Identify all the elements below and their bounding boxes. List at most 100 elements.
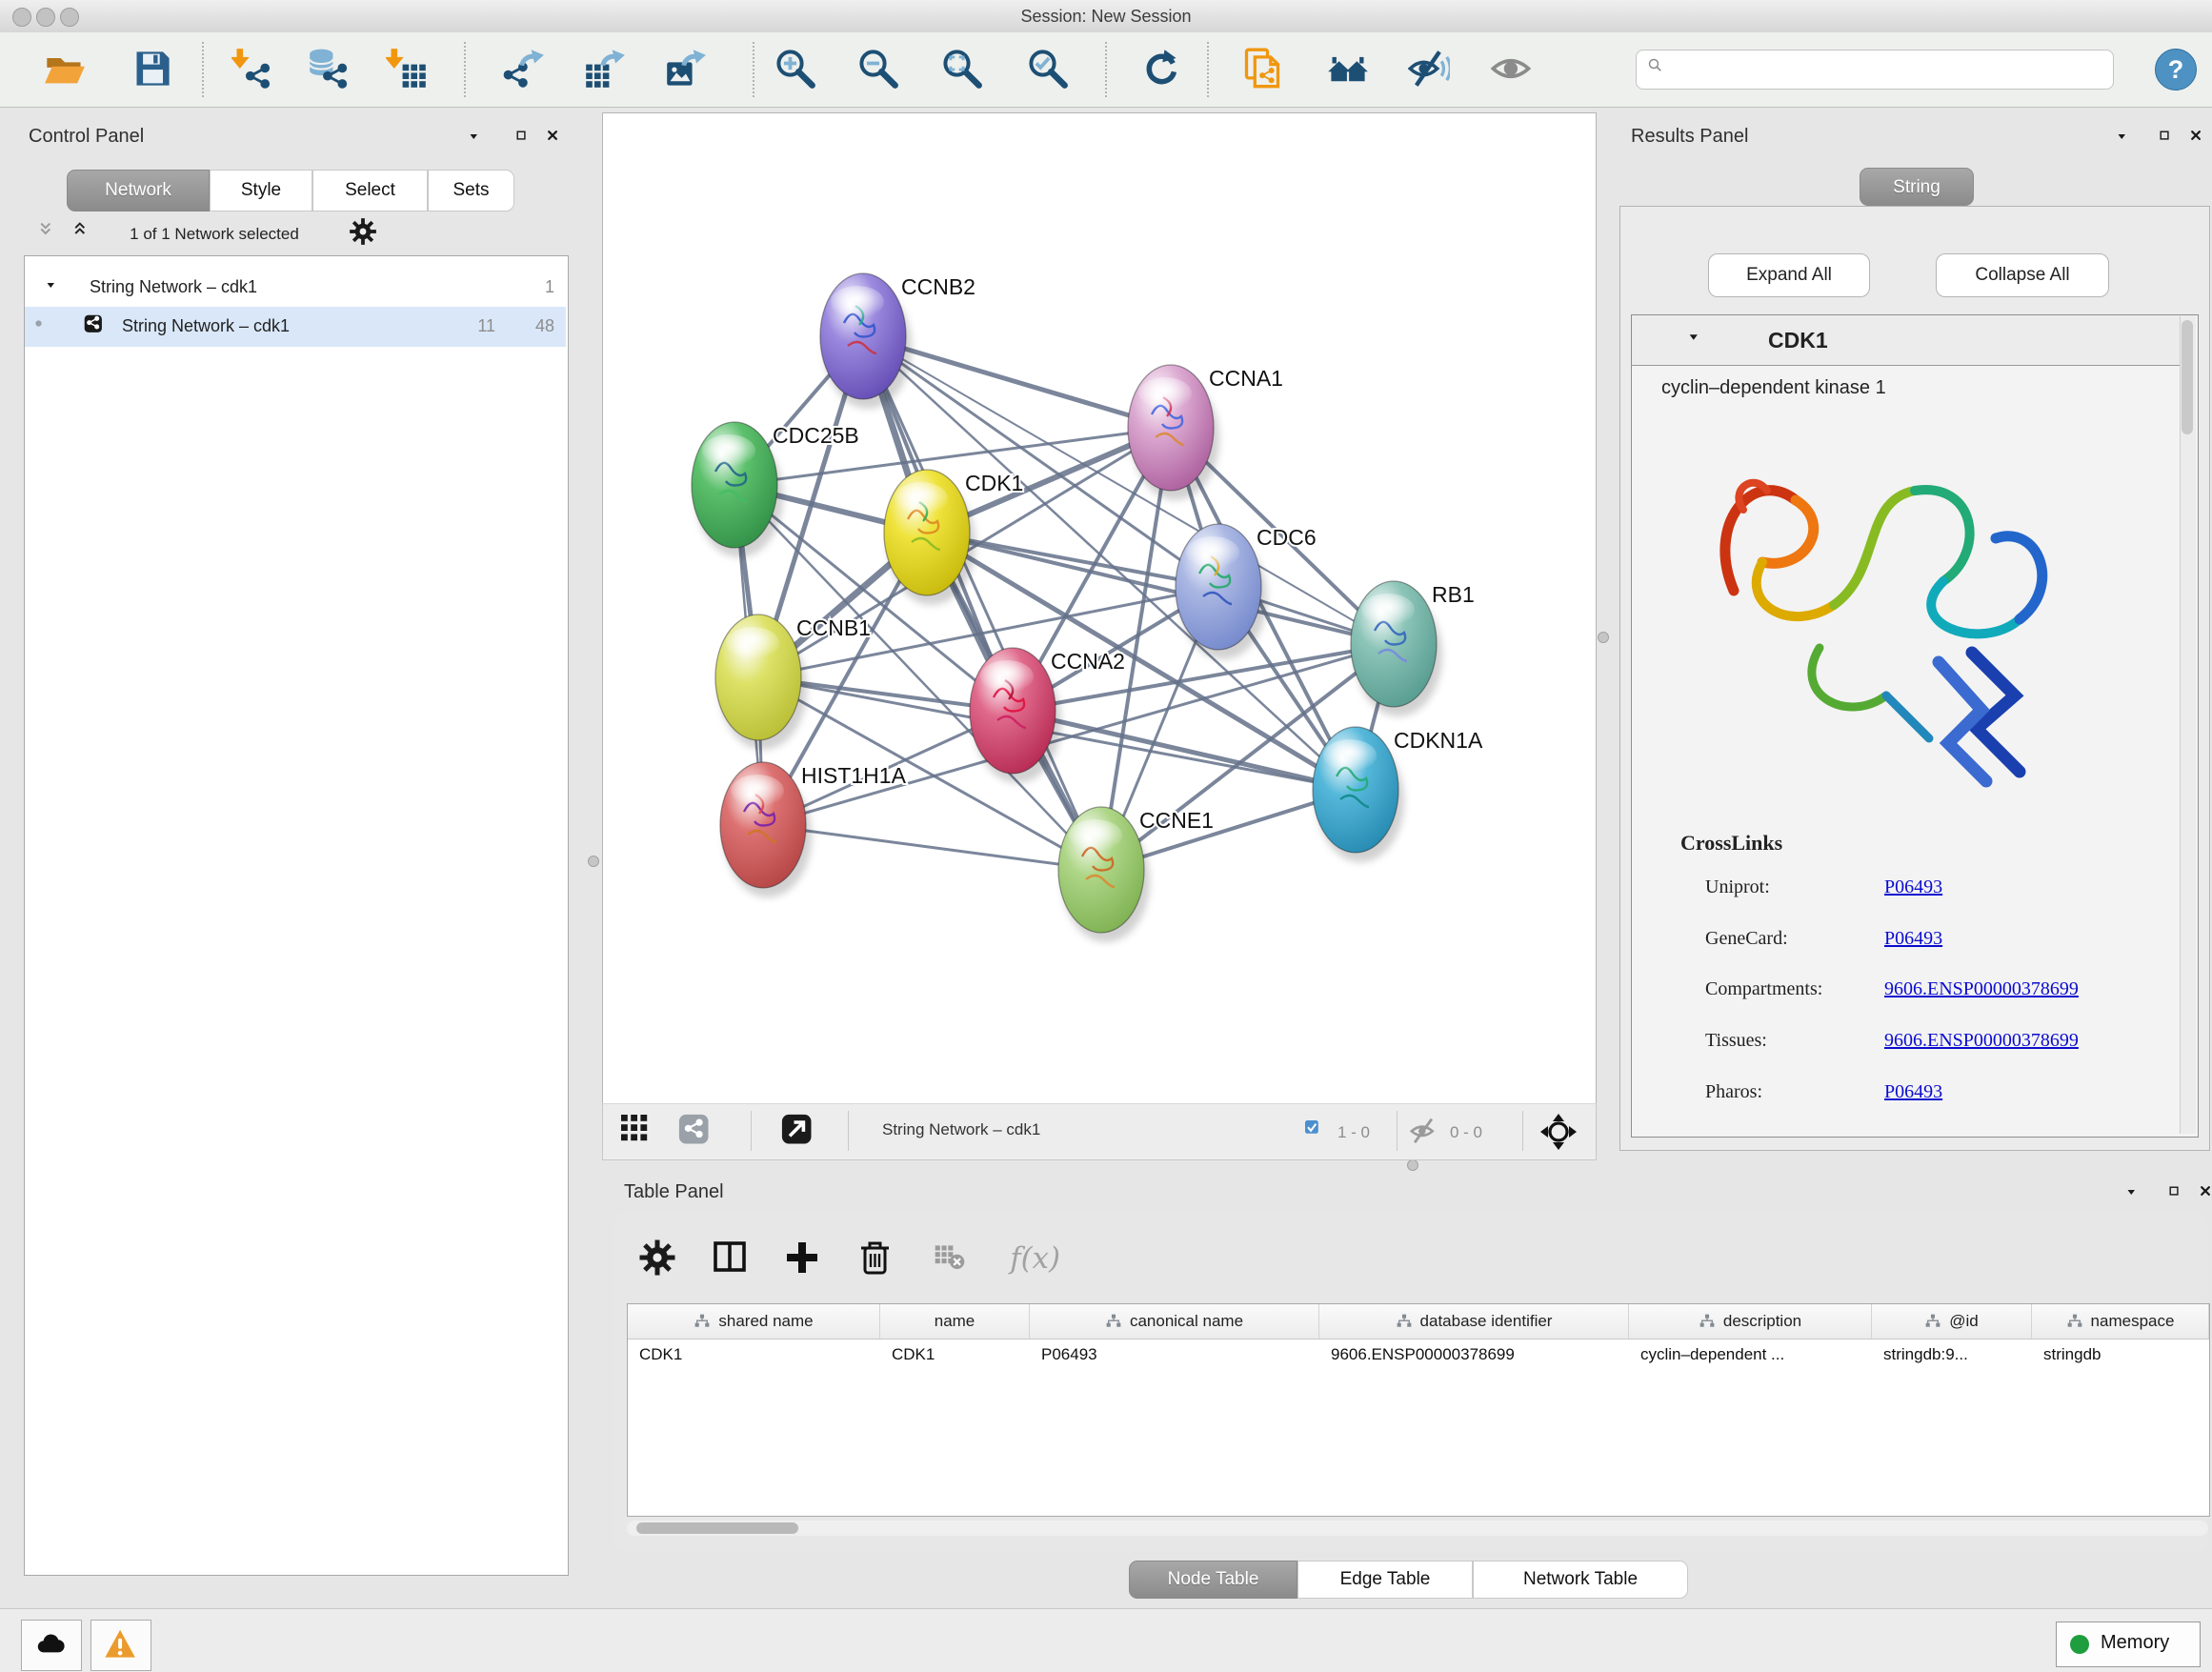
bottom-splitter-handle[interactable] [1407,1159,1418,1171]
table-cell[interactable]: CDK1 [880,1339,1030,1371]
node-table: shared namenamecanonical namedatabase id… [627,1303,2210,1517]
network-edge[interactable] [763,825,1101,870]
zoom-out-icon[interactable] [857,48,899,90]
show-columns-icon[interactable] [712,1239,750,1277]
network-row-selected[interactable]: String Network – cdk1 11 48 [25,307,566,347]
table-hscrollbar-thumb[interactable] [636,1522,798,1534]
table-row[interactable]: CDK1CDK1P064939606.ENSP00000378699cyclin… [628,1339,2209,1371]
table-panel-close-icon[interactable] [2200,1185,2212,1206]
hide-propagation-icon[interactable] [1408,48,1450,90]
tab-edge-table[interactable]: Edge Table [1297,1561,1473,1599]
collapse-all-button[interactable]: Collapse All [1936,253,2109,297]
zoom-selected-icon[interactable] [1027,48,1069,90]
fit-content-icon[interactable] [1539,1113,1578,1151]
delete-column-icon[interactable] [856,1239,895,1277]
eye-icon[interactable] [1491,48,1533,90]
search-input[interactable] [1679,54,2101,85]
crosslink-uniprot-link[interactable]: P06493 [1884,876,1942,898]
tab-network-table[interactable]: Network Table [1473,1561,1688,1599]
network-edge[interactable] [1013,711,1356,790]
export-network-icon[interactable] [503,48,545,90]
table-cell[interactable]: P06493 [1030,1339,1319,1371]
collection-expander-icon[interactable] [46,280,65,299]
expand-all-button[interactable]: Expand All [1708,253,1870,297]
table-cell[interactable]: 9606.ENSP00000378699 [1319,1339,1629,1371]
table-hscrollbar[interactable] [627,1521,2208,1536]
network-node-CCNB2[interactable] [820,273,912,409]
left-splitter-handle[interactable] [588,856,599,867]
collapse-all-networks-icon[interactable] [38,221,63,246]
tab-node-table[interactable]: Node Table [1129,1561,1297,1599]
column-header-description[interactable]: description [1629,1304,1872,1339]
table-panel-float-icon[interactable] [2168,1185,2189,1206]
control-panel-close-icon[interactable] [547,130,568,151]
import-network-database-icon[interactable] [308,48,350,90]
tab-sets[interactable]: Sets [428,170,514,212]
table-panel-menu-icon[interactable] [2126,1187,2145,1206]
control-panel-float-icon[interactable] [515,130,536,151]
table-cell[interactable]: stringdb:9... [1872,1339,2032,1371]
crosslink-genecard-link[interactable]: P06493 [1884,928,1942,950]
export-image-icon[interactable] [665,48,707,90]
column-header-namespace[interactable]: namespace [2032,1304,2209,1339]
hidden-eye-icon[interactable] [1410,1117,1442,1149]
gene-card-expander-icon[interactable] [1688,332,1709,353]
network-node-RB1[interactable] [1351,581,1442,716]
results-panel-menu-icon[interactable] [2117,131,2136,151]
crosslink-label: Tissues: [1705,1030,1881,1052]
tab-style[interactable]: Style [210,170,312,212]
selected-count-checkbox-icon[interactable] [1305,1120,1328,1143]
help-button[interactable]: ? [2155,49,2197,91]
save-session-icon[interactable] [131,48,173,90]
tab-string[interactable]: String [1860,168,1974,206]
tab-network[interactable]: Network [67,170,210,212]
results-scrollbar-thumb[interactable] [2182,320,2193,434]
column-header-database-identifier[interactable]: database identifier [1319,1304,1629,1339]
gene-card-header[interactable] [1632,315,2196,366]
open-session-icon[interactable] [44,48,86,90]
network-collection-row[interactable]: String Network – cdk1 1 [25,269,566,307]
network-edge[interactable] [863,336,1101,870]
zoom-in-icon[interactable] [774,48,816,90]
table-settings-gear-icon[interactable] [638,1239,676,1277]
crosslink-compartments-link[interactable]: 9606.ENSP00000378699 [1884,978,2079,1000]
column-header--id[interactable]: @id [1872,1304,2032,1339]
network-edge[interactable] [927,533,1394,644]
column-header-name[interactable]: name [880,1304,1030,1339]
table-cell[interactable]: stringdb [2032,1339,2209,1371]
homology-icon[interactable] [1327,48,1369,90]
zoom-fit-icon[interactable] [941,48,983,90]
network-options-gear-icon[interactable] [349,217,377,246]
control-panel-menu-icon[interactable] [469,131,488,151]
expand-all-networks-icon[interactable] [72,221,97,246]
tab-select[interactable]: Select [312,170,428,212]
birdseye-view-icon[interactable] [621,1115,654,1147]
right-splitter-handle[interactable] [1598,632,1609,643]
detach-view-icon[interactable] [781,1114,815,1148]
refresh-icon[interactable] [1138,48,1180,90]
import-table-file-icon[interactable] [386,48,428,90]
network-node-CCNE1[interactable] [1058,807,1150,942]
add-column-icon[interactable] [783,1239,821,1277]
column-header-canonical-name[interactable]: canonical name [1030,1304,1319,1339]
network-node-CDC6[interactable] [1176,524,1267,659]
table-cell[interactable]: cyclin–dependent ... [1629,1339,1872,1371]
string-import-icon[interactable] [1241,48,1283,90]
network-overview-icon[interactable] [678,1114,713,1148]
crosslink-pharos-link[interactable]: P06493 [1884,1081,1942,1103]
network-node-HIST1H1A[interactable] [720,762,812,897]
memory-button[interactable]: Memory [2056,1622,2201,1667]
cloud-button[interactable] [21,1620,82,1671]
export-table-icon[interactable] [584,48,626,90]
results-panel-float-icon[interactable] [2159,130,2180,151]
network-node-CCNB1[interactable] [715,614,807,750]
crosslink-tissues-link[interactable]: 9606.ENSP00000378699 [1884,1030,2079,1052]
warnings-button[interactable] [90,1620,151,1671]
results-scrollbar[interactable] [2180,316,2196,1134]
results-panel-close-icon[interactable] [2190,130,2211,151]
import-network-file-icon[interactable] [231,48,273,90]
table-cell[interactable]: CDK1 [628,1339,880,1371]
column-header-shared-name[interactable]: shared name [628,1304,880,1339]
network-node-CDKN1A[interactable] [1313,727,1404,862]
window-title: Session: New Session [0,0,2212,32]
